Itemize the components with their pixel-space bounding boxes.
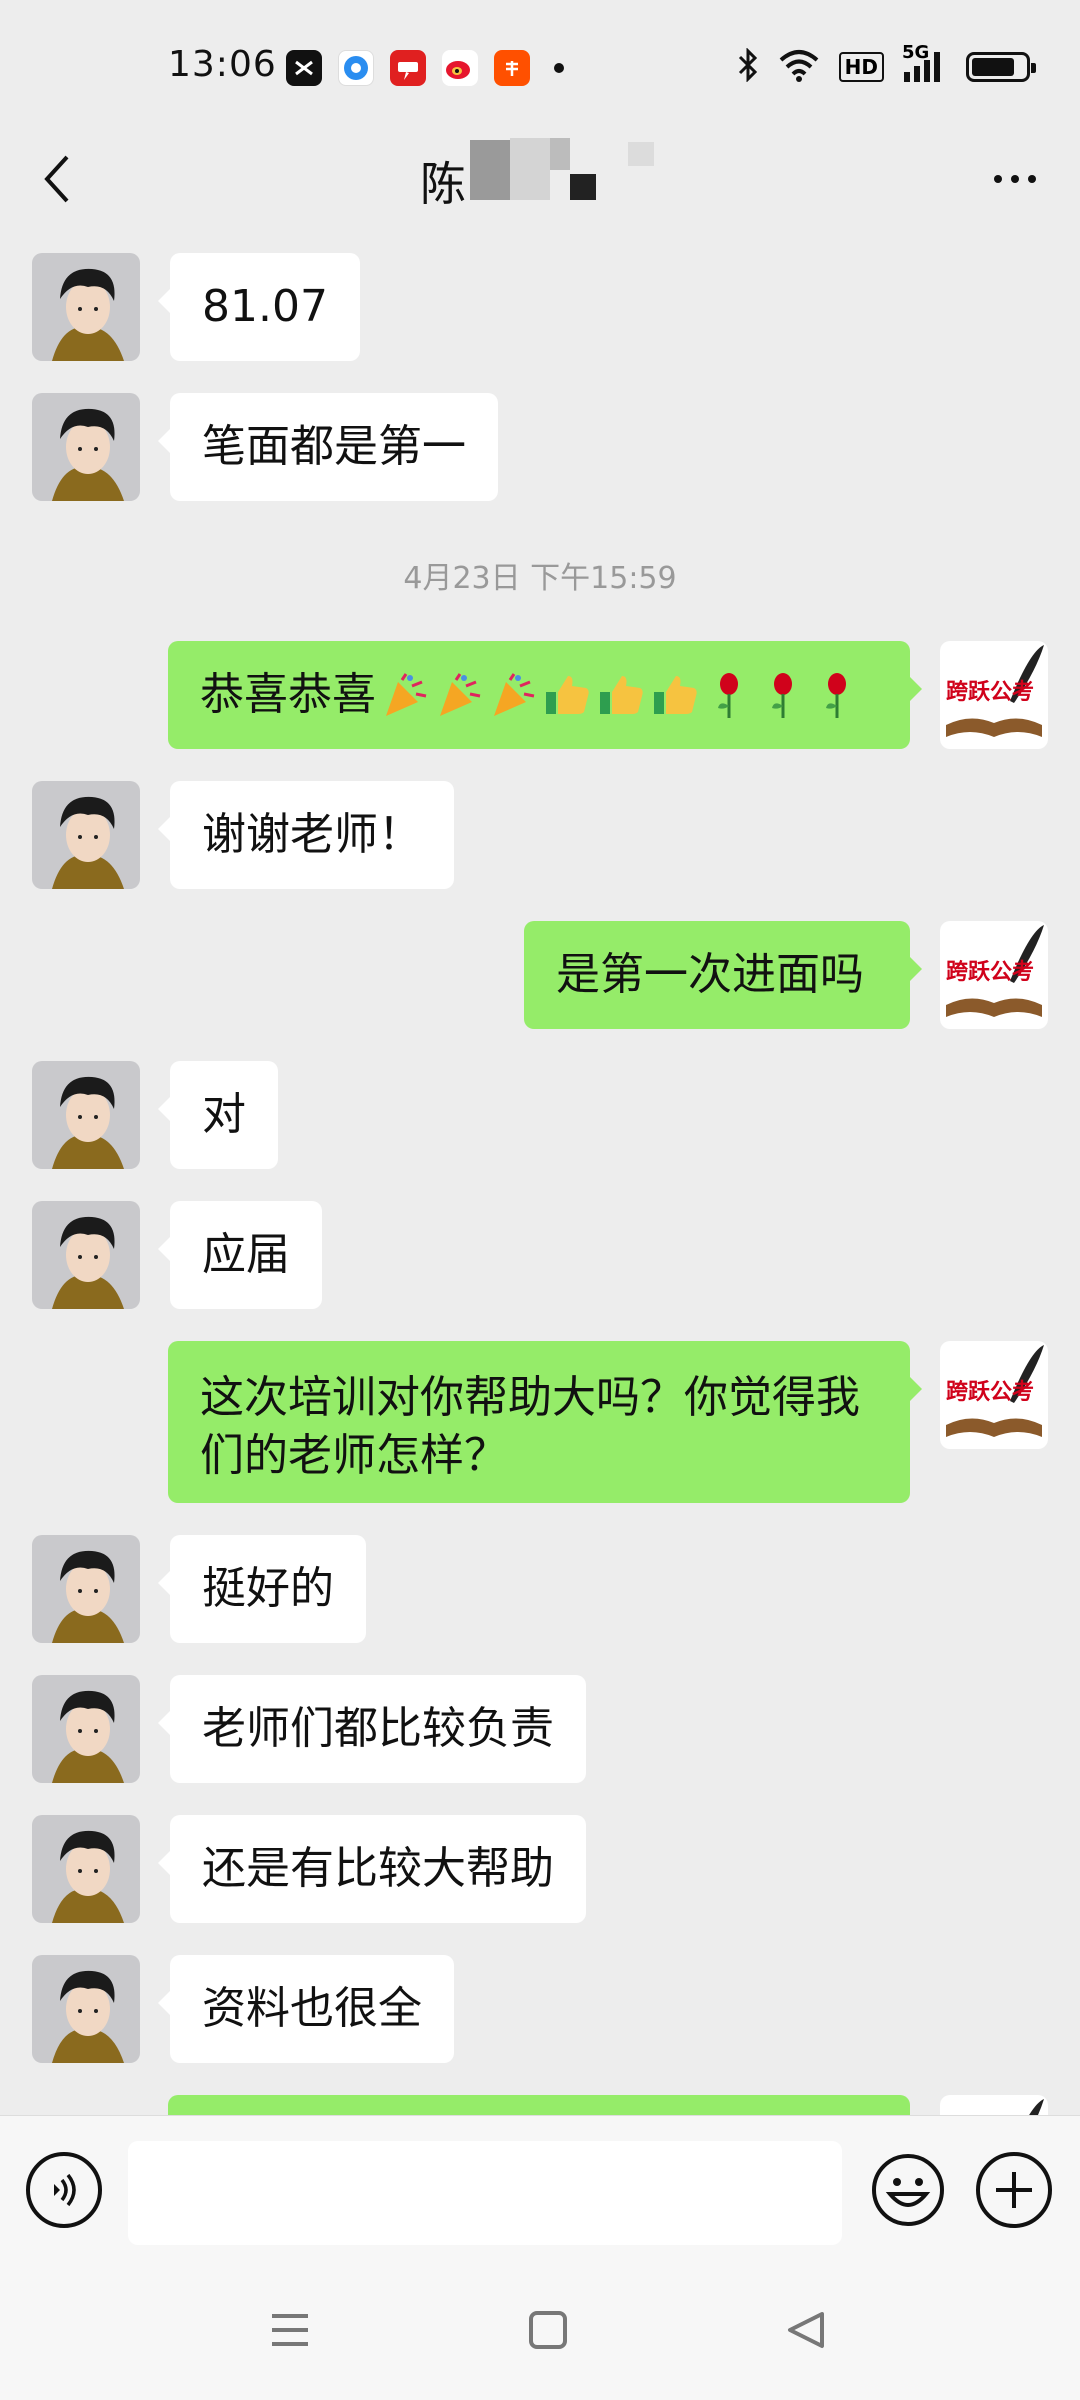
emoji-row: [376, 670, 862, 720]
message-text: 挺好的: [202, 1563, 334, 1614]
name-redaction: [570, 174, 596, 200]
contact-avatar[interactable]: [32, 1201, 140, 1309]
incoming-message-bubble[interactable]: 老师们都比较负责: [158, 1675, 586, 1783]
message-text: 应届: [202, 1229, 290, 1280]
contact-name: 陈: [420, 157, 466, 211]
outgoing-message-bubble[interactable]: 这次培训对你帮助大吗？你觉得我们的老师怎样？: [168, 1341, 922, 1503]
message-text: 还是有比较大帮助: [202, 1843, 554, 1894]
contact-avatar[interactable]: [32, 1815, 140, 1923]
capcut-icon: [286, 50, 322, 86]
input-bar: [0, 2115, 1080, 2265]
back-nav-button[interactable]: [766, 2295, 846, 2365]
plus-icon: [996, 2172, 1032, 2208]
more-button[interactable]: [980, 154, 1050, 204]
emoji-button[interactable]: [870, 2152, 946, 2228]
thumbs-up-icon: [546, 676, 589, 714]
party-popper-icon: [386, 673, 427, 716]
incoming-message-bubble[interactable]: 对: [158, 1061, 278, 1169]
outgoing-message-bubble[interactable]: 是第一次进面吗: [524, 921, 922, 1029]
home-square-icon: [529, 2311, 567, 2349]
back-button[interactable]: [26, 144, 86, 214]
message-text: 对: [202, 1089, 246, 1140]
party-popper-icon: [440, 673, 481, 716]
menu-icon: [272, 2314, 308, 2346]
contact-avatar[interactable]: [32, 1535, 140, 1643]
message-input[interactable]: [128, 2141, 842, 2245]
message-text: 这次培训对你帮助大吗？你觉得我们的老师怎样？: [200, 1372, 860, 1481]
chat-header: 陈: [0, 130, 1080, 235]
message-text: 老师们都比较负责: [202, 1703, 554, 1754]
back-triangle-icon: [788, 2312, 824, 2348]
message-text: 81.07: [202, 281, 328, 332]
chat-screen: 13:06 HD 5G 陈 81.07 笔面都是第一 4月23日 下午15:59…: [0, 0, 1080, 2400]
status-time: 13:06: [168, 44, 277, 85]
browser-icon: [338, 50, 374, 86]
outgoing-message-bubble[interactable]: 恭喜恭喜: [168, 641, 922, 749]
home-button[interactable]: [508, 2295, 588, 2365]
wifi-icon: [777, 48, 821, 86]
self-avatar[interactable]: 跨跃公考: [940, 1341, 1048, 1449]
name-redaction: [510, 138, 550, 200]
message-text: 谢谢老师！: [202, 809, 422, 860]
message-list[interactable]: 81.07 笔面都是第一 4月23日 下午15:59 恭喜恭喜 跨跃公考 谢谢老…: [0, 235, 1080, 2115]
incoming-message-bubble[interactable]: 81.07: [158, 253, 360, 361]
system-icons: HD 5G: [737, 42, 1036, 86]
contact-avatar[interactable]: [32, 1675, 140, 1783]
notification-icons: [286, 50, 564, 86]
incoming-message-bubble[interactable]: 还是有比较大帮助: [158, 1815, 586, 1923]
contact-avatar[interactable]: [32, 1955, 140, 2063]
bluetooth-icon: [737, 47, 759, 86]
uc-icon: [390, 50, 426, 86]
chevron-left-icon: [44, 155, 69, 203]
signal-icon: 5G: [902, 42, 948, 84]
contact-avatar[interactable]: [32, 781, 140, 889]
contact-avatar[interactable]: [32, 393, 140, 501]
system-nav-bar: [0, 2265, 1080, 2400]
taobao-icon: [494, 50, 530, 86]
rose-icon: [772, 673, 792, 718]
thumbs-up-icon: [654, 676, 697, 714]
status-bar: 13:06 HD 5G: [0, 0, 1080, 135]
self-avatar[interactable]: [940, 2095, 1048, 2115]
message-text: 是第一次进面吗: [556, 949, 864, 1000]
recents-button[interactable]: [250, 2295, 330, 2365]
message-timestamp: 4月23日 下午15:59: [403, 561, 677, 596]
outgoing-message-bubble[interactable]: [168, 2095, 910, 2115]
battery-icon: [966, 52, 1036, 82]
message-text: 资料也很全: [202, 1983, 422, 2034]
incoming-message-bubble[interactable]: 笔面都是第一: [158, 393, 498, 501]
party-popper-icon: [494, 673, 535, 716]
incoming-message-bubble[interactable]: 应届: [158, 1201, 322, 1309]
contact-avatar[interactable]: [32, 253, 140, 361]
voice-icon: [54, 2173, 76, 2207]
hd-badge: HD: [838, 52, 884, 82]
more-dot: [1011, 175, 1019, 183]
rose-icon: [826, 673, 846, 718]
name-redaction: [550, 138, 570, 170]
svg-text:跨跃公考: 跨跃公考: [946, 960, 1034, 985]
voice-button[interactable]: [26, 2152, 102, 2228]
self-avatar[interactable]: 跨跃公考: [940, 641, 1048, 749]
more-dots-icon: [994, 175, 1002, 183]
message-text: 恭喜恭喜: [200, 669, 376, 720]
self-avatar[interactable]: 跨跃公考: [940, 921, 1048, 1029]
thumbs-up-icon: [600, 676, 643, 714]
message-text: 笔面都是第一: [202, 421, 466, 472]
signal-label: 5G: [902, 42, 930, 63]
contact-avatar[interactable]: [32, 1061, 140, 1169]
name-redaction: [470, 140, 510, 200]
more-notifications-dot: [554, 63, 564, 73]
svg-text:跨跃公考: 跨跃公考: [946, 680, 1034, 705]
incoming-message-bubble[interactable]: 资料也很全: [158, 1955, 454, 2063]
svg-text:跨跃公考: 跨跃公考: [946, 1380, 1034, 1405]
incoming-message-bubble[interactable]: 挺好的: [158, 1535, 366, 1643]
incoming-message-bubble[interactable]: 谢谢老师！: [158, 781, 454, 889]
name-redaction: [628, 142, 654, 166]
more-dot: [1028, 175, 1036, 183]
weibo-icon: [442, 50, 478, 86]
rose-icon: [718, 673, 738, 718]
smile-icon: [872, 2154, 944, 2226]
plus-button[interactable]: [976, 2152, 1052, 2228]
